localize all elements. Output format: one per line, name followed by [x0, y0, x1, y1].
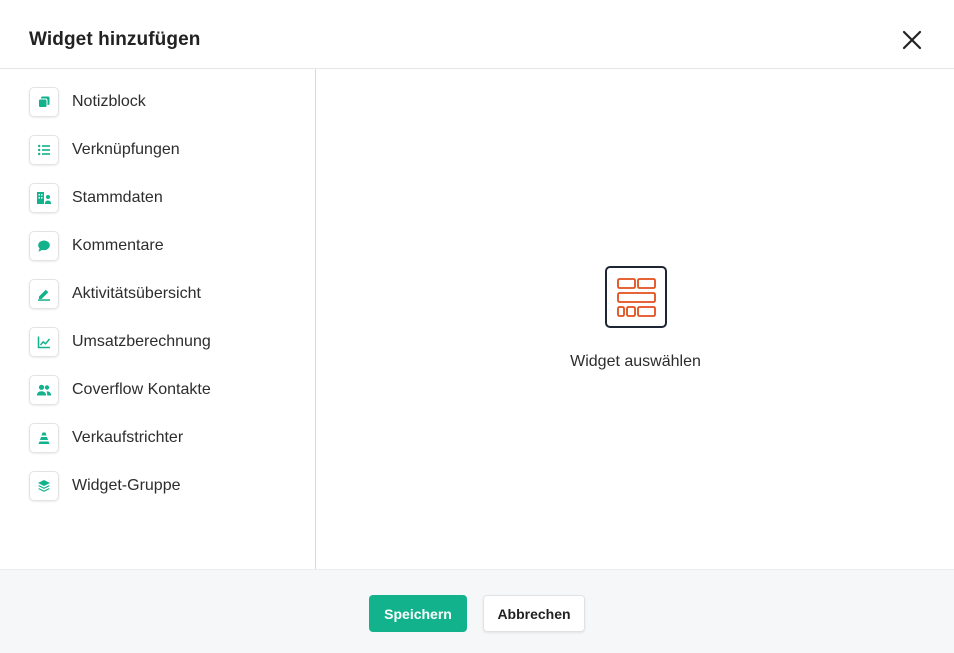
comment-icon: [29, 231, 59, 261]
sidebar-item-label: Widget-Gruppe: [72, 477, 181, 494]
sidebar-item-verknuepfungen[interactable]: Verknüpfungen: [29, 133, 299, 167]
widget-preview-area: Widget auswählen: [317, 69, 954, 569]
sidebar-item-kommentare[interactable]: Kommentare: [29, 229, 299, 263]
sidebar-item-notizblock[interactable]: Notizblock: [29, 85, 299, 119]
add-widget-dialog: Widget hinzufügen Notizblock Verknüpfung…: [0, 0, 954, 653]
dialog-header: Widget hinzufügen: [0, 0, 954, 69]
layers-icon: [29, 471, 59, 501]
dialog-title: Widget hinzufügen: [29, 29, 201, 50]
chart-icon: [29, 327, 59, 357]
sidebar-item-label: Umsatzberechnung: [72, 333, 211, 350]
widget-list: Notizblock Verknüpfungen Stammdaten Komm…: [0, 69, 316, 569]
dialog-footer: Speichern Abbrechen: [0, 569, 954, 653]
edit-icon: [29, 279, 59, 309]
sidebar-item-label: Stammdaten: [72, 189, 163, 206]
sidebar-item-label: Kommentare: [72, 237, 164, 254]
master-data-icon: [29, 183, 59, 213]
sidebar-item-aktivitaetsuebersicht[interactable]: Aktivitätsübersicht: [29, 277, 299, 311]
sidebar-item-label: Coverflow Kontakte: [72, 381, 211, 398]
sidebar-item-widget-gruppe[interactable]: Widget-Gruppe: [29, 469, 299, 503]
notes-icon: [29, 87, 59, 117]
people-icon: [29, 375, 59, 405]
sidebar-item-coverflow-kontakte[interactable]: Coverflow Kontakte: [29, 373, 299, 407]
sidebar-item-verkaufstrichter[interactable]: Verkaufstrichter: [29, 421, 299, 455]
close-icon[interactable]: [899, 27, 925, 53]
funnel-icon: [29, 423, 59, 453]
sidebar-item-label: Aktivitätsübersicht: [72, 285, 201, 302]
sidebar-item-umsatzberechnung[interactable]: Umsatzberechnung: [29, 325, 299, 359]
save-button[interactable]: Speichern: [369, 595, 467, 632]
sidebar-item-stammdaten[interactable]: Stammdaten: [29, 181, 299, 215]
cancel-button[interactable]: Abbrechen: [483, 595, 585, 632]
sidebar-item-label: Verkaufstrichter: [72, 429, 184, 446]
placeholder-text: Widget auswählen: [570, 353, 701, 370]
sidebar-item-label: Verknüpfungen: [72, 141, 180, 158]
sidebar-item-label: Notizblock: [72, 93, 146, 110]
widget-layout-icon: [605, 266, 667, 328]
list-icon: [29, 135, 59, 165]
